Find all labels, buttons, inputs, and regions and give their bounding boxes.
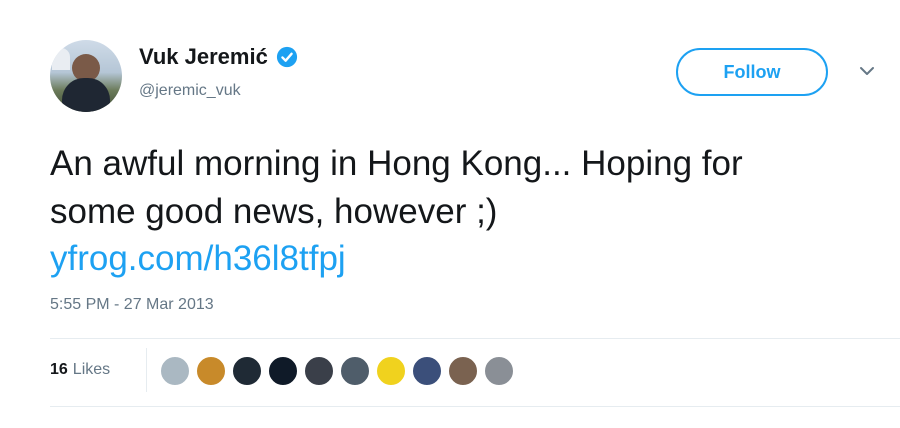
divider bbox=[50, 406, 900, 407]
follow-button-label: Follow bbox=[723, 61, 781, 82]
tweet-card: Vuk Jeremić @jeremic_vuk Follow An awful… bbox=[0, 0, 900, 428]
author-handle[interactable]: @jeremic_vuk bbox=[139, 82, 241, 100]
avatar-body bbox=[62, 78, 110, 112]
author-display-name[interactable]: Vuk Jeremić bbox=[139, 44, 268, 70]
divider bbox=[50, 338, 900, 339]
liker-avatar[interactable] bbox=[412, 356, 442, 386]
tweet-text-line: some good news, however ;) bbox=[50, 192, 498, 231]
follow-button[interactable]: Follow bbox=[676, 48, 828, 96]
likes-number: 16 bbox=[50, 361, 68, 378]
mascot-avatar-icon[interactable] bbox=[196, 356, 226, 386]
liker-avatars bbox=[160, 356, 514, 386]
liker-avatar[interactable] bbox=[304, 356, 334, 386]
chevron-down-icon[interactable] bbox=[858, 64, 876, 78]
author-avatar[interactable] bbox=[50, 40, 122, 112]
liker-avatar[interactable] bbox=[340, 356, 370, 386]
liker-avatar[interactable] bbox=[268, 356, 298, 386]
liker-avatar[interactable] bbox=[484, 356, 514, 386]
author-name-row[interactable]: Vuk Jeremić bbox=[139, 44, 298, 70]
likes-count[interactable]: 16 Likes bbox=[50, 361, 110, 379]
tweet-text: An awful morning in Hong Kong... Hoping … bbox=[50, 140, 880, 236]
tweet-text-line: An awful morning in Hong Kong... Hoping … bbox=[50, 144, 743, 183]
tweet-link[interactable]: yfrog.com/h36l8tfpj bbox=[50, 235, 346, 283]
tweet-timestamp[interactable]: 5:55 PM - 27 Mar 2013 bbox=[50, 296, 214, 314]
liker-avatar[interactable] bbox=[448, 356, 478, 386]
verified-badge-icon bbox=[276, 46, 297, 68]
liker-avatar[interactable] bbox=[232, 356, 262, 386]
likes-separator bbox=[146, 348, 147, 392]
avatar-background-dome bbox=[52, 48, 70, 70]
default-avatar-icon[interactable] bbox=[160, 356, 190, 386]
likes-label: Likes bbox=[72, 361, 111, 378]
liker-avatar[interactable] bbox=[376, 356, 406, 386]
